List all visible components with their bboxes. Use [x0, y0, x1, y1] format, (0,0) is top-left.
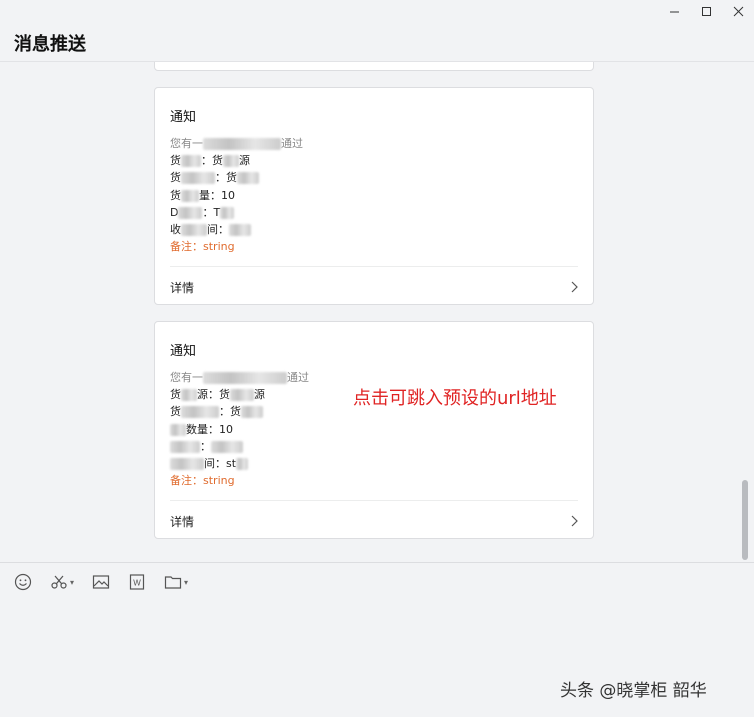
chevron-right-icon	[570, 515, 578, 527]
redacted-text	[203, 138, 281, 150]
field-destination: 货：货	[170, 403, 309, 420]
emoji-icon	[14, 573, 32, 591]
redacted-text	[178, 206, 203, 219]
redacted-text	[220, 206, 235, 219]
card-content: 您有一 通过 货源：货源 货：货 数量：10 ： 间：st 备注：string	[170, 369, 309, 489]
window-controls	[658, 0, 754, 22]
field-quantity: 数量：10	[170, 421, 309, 438]
field-source: 货：货源	[170, 154, 250, 168]
card-divider	[170, 266, 578, 267]
details-label: 详情	[170, 280, 195, 295]
message-summary: 您有一 通过	[170, 137, 303, 150]
redacted-text	[211, 440, 243, 453]
details-link[interactable]: 详情	[170, 276, 578, 298]
page-title: 消息推送	[14, 33, 86, 55]
emoji-button[interactable]	[14, 570, 32, 594]
redacted-text	[181, 389, 197, 402]
details-label: 详情	[170, 514, 195, 529]
message-list[interactable]: 通知 您有一 通过 货：货源 货：货 货量：10 D ：T 收间： 备注：strin…	[0, 62, 754, 562]
details-link[interactable]: 详情	[170, 510, 578, 532]
annotation-text: 点击可跳入预设的url地址	[353, 388, 557, 409]
scrollbar-thumb[interactable]	[742, 480, 748, 560]
folder-button[interactable]: ▾	[164, 570, 188, 594]
redacted-text	[181, 224, 207, 237]
minimize-icon	[669, 11, 679, 12]
field-unknown: ：	[170, 438, 309, 455]
field-time: 收间：	[170, 221, 303, 238]
previous-message-card[interactable]	[154, 62, 594, 71]
card-divider	[170, 500, 578, 501]
redacted-text	[181, 189, 199, 202]
redacted-text	[170, 423, 186, 436]
notification-card[interactable]: 通知 您有一 通过 货：货源 货：货 货量：10 D ：T 收间： 备注：strin…	[154, 87, 594, 305]
redacted-text	[181, 155, 201, 168]
folder-icon	[164, 576, 182, 589]
input-toolbar: ▾ W ▾	[14, 570, 206, 594]
redacted-text	[223, 155, 239, 168]
redacted-text	[237, 172, 259, 185]
notification-card[interactable]: 通知 您有一 通过 货源：货源 货：货 数量：10 ： 间：st 备注：strin…	[154, 321, 594, 539]
chevron-down-icon: ▾	[70, 577, 75, 587]
redacted-text	[181, 172, 215, 185]
redacted-text	[181, 406, 219, 419]
field-time: 间：st	[170, 455, 309, 472]
field-remark: 备注：string	[170, 474, 235, 488]
maximize-button[interactable]	[690, 0, 722, 22]
svg-text:W: W	[133, 579, 141, 588]
document-button[interactable]: W	[128, 570, 146, 594]
field-unknown: D ：T	[170, 204, 303, 221]
redacted-text	[170, 440, 200, 453]
minimize-button[interactable]	[658, 0, 690, 22]
image-button[interactable]	[92, 570, 110, 594]
field-destination: 货：货	[170, 169, 303, 186]
card-title: 通知	[170, 344, 197, 359]
redacted-text	[229, 224, 251, 237]
header: 消息推送	[0, 24, 754, 62]
field-quantity: 货量：10	[170, 188, 235, 202]
word-doc-icon: W	[129, 574, 145, 590]
maximize-icon	[701, 6, 711, 16]
redacted-text	[230, 389, 254, 402]
redacted-text	[241, 406, 263, 419]
close-button[interactable]	[722, 0, 754, 22]
redacted-text	[170, 458, 204, 471]
scissors-icon	[51, 575, 67, 589]
chevron-right-icon	[570, 281, 578, 293]
screenshot-button[interactable]: ▾	[50, 570, 74, 594]
close-icon	[733, 6, 743, 16]
redacted-text	[203, 372, 287, 384]
field-remark: 备注：string	[170, 240, 235, 254]
field-source: 货源：货源	[170, 388, 265, 402]
input-divider	[0, 562, 754, 563]
chevron-down-icon: ▾	[184, 577, 189, 587]
watermark: 头条 @晓掌柜 韶华	[560, 681, 707, 701]
message-summary: 您有一 通过	[170, 371, 309, 384]
image-icon	[92, 575, 110, 589]
redacted-text	[236, 458, 249, 471]
card-content: 您有一 通过 货：货源 货：货 货量：10 D ：T 收间： 备注：string	[170, 135, 303, 255]
card-title: 通知	[170, 110, 197, 125]
